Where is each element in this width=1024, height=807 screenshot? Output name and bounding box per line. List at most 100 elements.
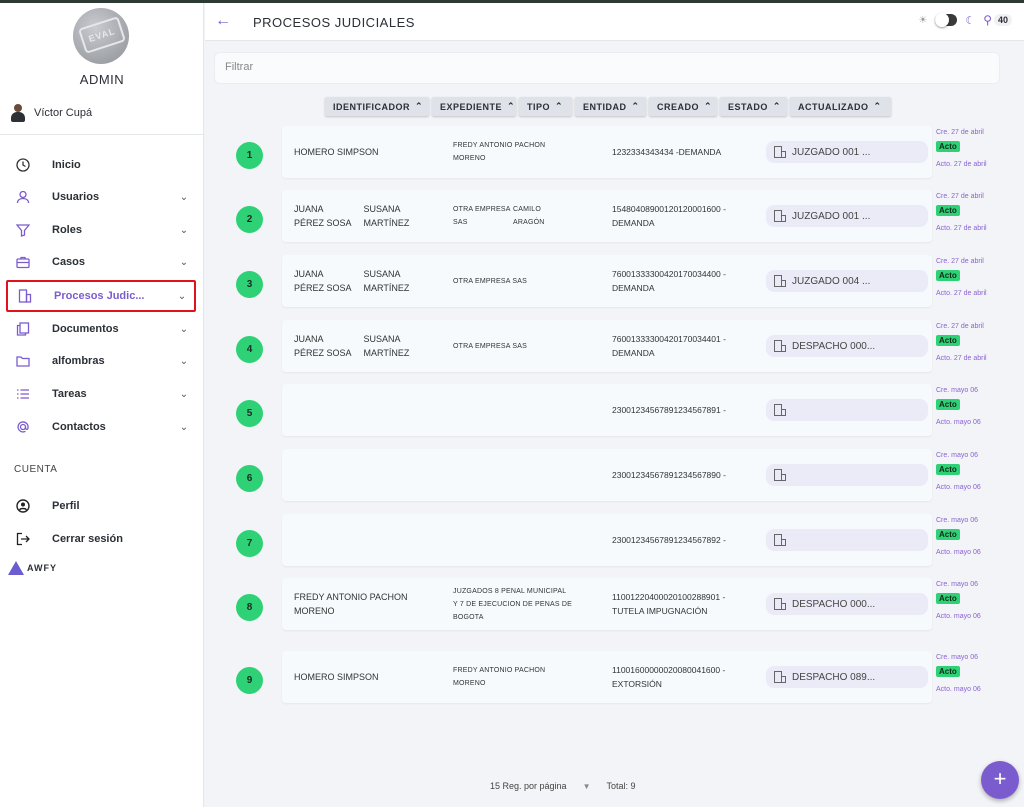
- column-header-creado[interactable]: CREADO ⌃: [649, 97, 717, 116]
- status-badge: Acto: [936, 270, 960, 281]
- updated-date: Acto. mayo 06: [936, 549, 981, 556]
- logout-icon: [6, 532, 40, 546]
- filter-input[interactable]: [225, 61, 985, 73]
- chevron-down-icon[interactable]: ▼: [583, 782, 591, 791]
- process-card[interactable]: JUANA PÉREZ SOSA SUSANA MARTÍNEZ OTRA EMPRES…: [282, 255, 932, 307]
- back-arrow-icon[interactable]: ←: [215, 12, 231, 30]
- process-card[interactable]: HOMERO SIMPSON FREDY ANTONIO PACHON MORENO…: [282, 126, 932, 178]
- theme-toggle[interactable]: [935, 13, 958, 27]
- column-header-expediente[interactable]: EXPEDIENTE ⌃: [432, 97, 516, 116]
- awfy-logo: AWFY: [8, 561, 57, 575]
- sidebar-item-tareas[interactable]: Tareas ⌄: [6, 378, 196, 410]
- process-card[interactable]: 23001234567891234567891 -: [282, 384, 932, 436]
- entidad-chip: DESPACHO 000...: [766, 335, 928, 357]
- logo-mark-icon: [8, 561, 24, 575]
- user-avatar-icon: [10, 104, 26, 122]
- tipo-cell: 15480408900120120001600 - DEMANDA: [612, 204, 726, 228]
- building-icon: [774, 146, 786, 158]
- account-item-perfil[interactable]: Perfil: [6, 490, 196, 522]
- status-badge: Acto: [936, 399, 960, 410]
- row-meta: Cre. 27 de abril Acto Acto. 27 de abril: [936, 255, 1000, 307]
- chevron-down-icon[interactable]: ⌄: [172, 422, 196, 433]
- table-row: 6 23001234567891234567890 - Cre. mayo 06 Ac…: [230, 449, 1000, 501]
- entidad-chip: JUZGADO 001 ...: [766, 141, 928, 163]
- updated-date: Acto. 27 de abril: [936, 355, 987, 362]
- table-row: 7 23001234567891234567892 - Cre. mayo 06 Ac…: [230, 514, 1000, 566]
- sidebar-item-label: Contactos: [52, 421, 106, 433]
- sidebar-item-procesos-judic[interactable]: Procesos Judic... ⌄: [6, 280, 196, 312]
- column-header-label: EXPEDIENTE: [440, 101, 503, 112]
- sort-chevron-icon: ⌃: [555, 101, 564, 111]
- add-process-button[interactable]: +: [981, 761, 1019, 799]
- admin-avatar[interactable]: EVAL: [73, 8, 129, 64]
- bell-icon[interactable]: ⚲: [983, 13, 992, 27]
- tipo-cell: 1232334343434 -DEMANDA: [612, 147, 722, 157]
- account-item-cerrar-sesi-n[interactable]: Cerrar sesión: [6, 523, 196, 555]
- building-icon: [774, 598, 786, 610]
- notification-count: 40: [993, 14, 1012, 26]
- row-number-badge: 7: [236, 530, 263, 557]
- sidebar-item-casos[interactable]: Casos ⌄: [6, 246, 196, 278]
- per-page-select[interactable]: 15 Reg. por página: [490, 781, 567, 791]
- process-card[interactable]: JUANA PÉREZ SOSA SUSANA MARTÍNEZ OTRA EMPRES…: [282, 320, 932, 372]
- row-meta: Cre. mayo 06 Acto Acto. mayo 06: [936, 514, 1000, 566]
- process-card[interactable]: 23001234567891234567890 -: [282, 449, 932, 501]
- person-name: SUSANA MARTÍNEZ: [363, 334, 410, 358]
- sidebar-item-usuarios[interactable]: Usuarios ⌄: [6, 181, 196, 213]
- process-card[interactable]: 23001234567891234567892 -: [282, 514, 932, 566]
- chevron-down-icon[interactable]: ⌄: [172, 389, 196, 400]
- created-date: Cre. mayo 06: [936, 581, 979, 588]
- tipo-cell: 23001234567891234567891 -: [612, 405, 726, 415]
- column-headers: IDENTIFICADOR ⌃ EXPEDIENTE ⌃ TIPO ⌃ ENTIDAD ⌃ CR…: [325, 97, 891, 116]
- table-row: 5 23001234567891234567891 - Cre. mayo 06 Ac…: [230, 384, 1000, 436]
- account-item-label: Cerrar sesión: [52, 533, 123, 545]
- building-icon: [774, 275, 786, 287]
- updated-date: Acto. 27 de abril: [936, 225, 987, 232]
- folder-icon: [6, 354, 40, 368]
- chevron-down-icon[interactable]: ⌄: [172, 356, 196, 367]
- entidad-label: JUZGADO 004 ...: [792, 275, 871, 287]
- sidebar-item-label: Procesos Judic...: [54, 290, 145, 302]
- process-card[interactable]: JUANA PÉREZ SOSA SUSANA MARTÍNEZ OTRA EMPRES…: [282, 190, 932, 242]
- role-label: ADMIN: [79, 72, 125, 87]
- identificador-cell: HOMERO SIMPSON: [294, 126, 379, 178]
- updated-date: Acto. mayo 06: [936, 484, 981, 491]
- chevron-down-icon[interactable]: ⌄: [172, 257, 196, 268]
- tipo-cell: 76001333300420170034400 - DEMANDA: [612, 269, 726, 293]
- sidebar-item-documentos[interactable]: Documentos ⌄: [6, 313, 196, 345]
- total-count: Total: 9: [606, 781, 636, 791]
- sidebar-item-alfombras[interactable]: alfombras ⌄: [6, 345, 196, 377]
- chevron-down-icon[interactable]: ⌄: [170, 291, 194, 302]
- process-card[interactable]: HOMERO SIMPSON FREDY ANTONIO PACHON MORENO…: [282, 651, 932, 703]
- column-header-identificador[interactable]: IDENTIFICADOR ⌃: [325, 97, 429, 116]
- updated-date: Acto. mayo 06: [936, 686, 981, 693]
- expediente-cell: [453, 384, 573, 436]
- created-date: Cre. mayo 06: [936, 387, 979, 394]
- person-name: JUANA PÉREZ SOSA: [294, 334, 352, 358]
- chevron-down-icon[interactable]: ⌄: [172, 225, 196, 236]
- sidebar-item-roles[interactable]: Roles ⌄: [6, 214, 196, 246]
- expediente-cell: OTRA EMPRESA SAS CAMILO ARAGÓN: [453, 206, 545, 226]
- column-header-estado[interactable]: ESTADO ⌃: [720, 97, 787, 116]
- identificador-cell: JUANA PÉREZ SOSA SUSANA MARTÍNEZ: [294, 190, 409, 242]
- row-meta: Cre. mayo 06 Acto Acto. mayo 06: [936, 578, 1000, 630]
- created-date: Cre. 27 de abril: [936, 258, 984, 265]
- account-item-label: Perfil: [52, 500, 80, 512]
- column-header-actualizado[interactable]: ACTUALIZADO ⌃: [790, 97, 891, 116]
- user-row[interactable]: Víctor Cupá: [10, 104, 92, 122]
- column-header-entidad[interactable]: ENTIDAD ⌃: [575, 97, 646, 116]
- status-badge: Acto: [936, 529, 960, 540]
- column-header-tipo[interactable]: TIPO ⌃: [519, 97, 572, 116]
- sidebar-item-label: Casos: [52, 256, 86, 268]
- chevron-down-icon[interactable]: ⌄: [172, 324, 196, 335]
- status-badge: Acto: [936, 335, 960, 346]
- process-card[interactable]: FREDY ANTONIO PACHON MORENO JUZGADOS 8 PEN…: [282, 578, 932, 630]
- expediente-cell: JUZGADOS 8 PENAL MUNICIPAL Y 7 DE EJECUCI…: [453, 587, 573, 621]
- list-icon: [6, 387, 40, 401]
- chevron-down-icon[interactable]: ⌄: [172, 192, 196, 203]
- expediente-cell: OTRA EMPRESA SAS: [453, 277, 527, 285]
- building-icon: [774, 340, 786, 352]
- sidebar-item-inicio[interactable]: Inicio: [6, 149, 196, 181]
- person-name: HOMERO SIMPSON: [294, 147, 379, 157]
- sidebar-item-contactos[interactable]: Contactos ⌄: [6, 411, 196, 443]
